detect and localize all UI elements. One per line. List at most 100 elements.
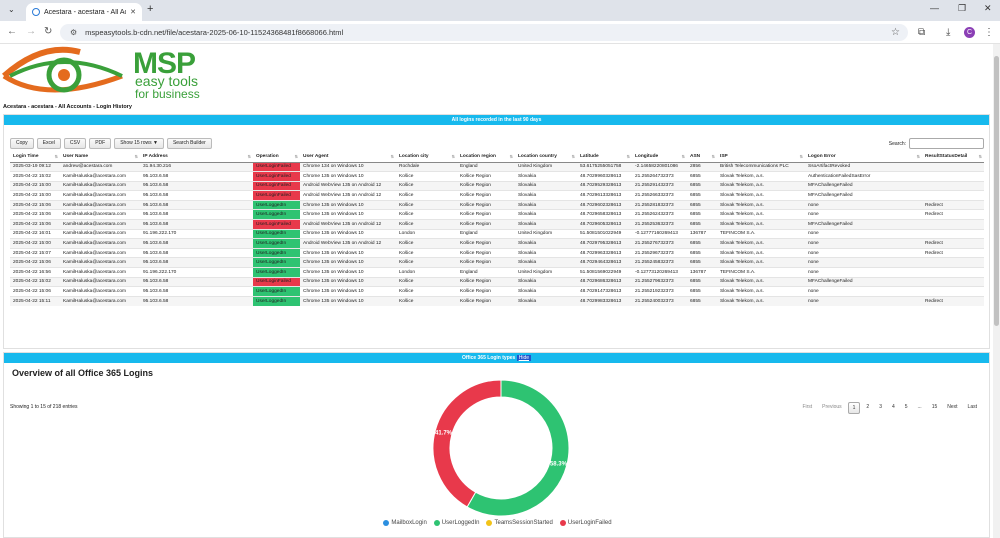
table-cell: Slovak Telekom, a.s. xyxy=(717,180,805,191)
table-cell: 2025-04-22 15:00 xyxy=(10,180,60,191)
extensions-icon[interactable]: ⧉ xyxy=(918,27,925,38)
legend-item[interactable]: UserLoggedIn xyxy=(433,520,479,526)
table-search: Search: xyxy=(889,138,984,149)
column-header[interactable]: Longitude ⇅ xyxy=(632,152,687,163)
table-cell: KamilHaluska@acestara.com xyxy=(60,295,140,306)
legend-item[interactable]: TeamsSessionStarted xyxy=(486,520,553,526)
search-input[interactable] xyxy=(909,138,984,149)
sort-icon: ⇅ xyxy=(916,154,920,159)
table-row[interactable]: 2025-03-19 09:12 andrew@acestara.com 31.94… xyxy=(10,161,984,172)
table-row[interactable]: 2025-04-22 15:06 KamilHaluska@acestara.co… xyxy=(10,209,984,220)
browser-toolbar: ← → ↻ ⚙ mspeasytools.b-cdn.net/file/aces… xyxy=(0,21,1000,44)
pdf-button[interactable]: PDF xyxy=(89,138,112,149)
legend-dot-icon xyxy=(486,520,493,526)
scrollbar-thumb[interactable] xyxy=(994,56,999,326)
table-row[interactable]: 2025-04-22 15:06 KamilHaluska@acestara.co… xyxy=(10,199,984,210)
column-header[interactable]: ISP ⇅ xyxy=(717,152,805,163)
table-cell: 48.7029963328613 xyxy=(577,247,632,258)
table-body: 2025-03-19 09:12 andrew@acestara.com 31.94… xyxy=(10,161,984,306)
excel-button[interactable]: Excel xyxy=(36,138,61,149)
table-cell: -2.14658220801086 xyxy=(632,161,687,172)
new-tab-icon[interactable]: + xyxy=(147,3,153,15)
table-row[interactable]: 2025-04-22 16:01 KamilHaluska@acestara.co… xyxy=(10,228,984,239)
reload-icon[interactable]: ↻ xyxy=(44,26,52,37)
table-cell: Košice Region xyxy=(457,171,515,182)
table-cell: Redirect xyxy=(922,295,984,306)
bookmark-star-icon[interactable]: ☆ xyxy=(891,27,900,38)
copy-button[interactable]: Copy xyxy=(10,138,34,149)
table-cell: KamilHaluska@acestara.com xyxy=(60,286,140,297)
profile-avatar[interactable]: C xyxy=(964,27,975,38)
download-icon[interactable]: ⤓ xyxy=(946,27,950,38)
table-cell: UserLoggedIn xyxy=(253,286,300,297)
sort-icon: ⇅ xyxy=(711,154,715,159)
column-header[interactable]: User Agent ⇅ xyxy=(300,152,396,163)
table-cell: 2025-04-22 15:07 xyxy=(10,247,60,258)
table-row[interactable]: 2025-04-22 15:00 KamilHaluska@acestara.co… xyxy=(10,238,984,249)
page-length-button[interactable]: Show 15 rows ▼ xyxy=(114,138,164,149)
search-builder-button[interactable]: Search Builder xyxy=(166,138,212,149)
table-cell: none xyxy=(805,295,922,306)
column-header[interactable]: Operation ⇅ xyxy=(253,152,300,163)
table-row[interactable]: 2025-04-22 15:02 KamilHaluska@acestara.co… xyxy=(10,171,984,182)
table-cell: Košice xyxy=(396,238,457,249)
table-row[interactable]: 2025-04-22 15:02 KamilHaluska@acestara.co… xyxy=(10,276,984,287)
table-row[interactable]: 2025-04-22 15:07 KamilHaluska@acestara.co… xyxy=(10,247,984,258)
column-header[interactable]: Logon Error ⇅ xyxy=(805,152,922,163)
restore-icon[interactable]: ❐ xyxy=(958,3,966,14)
tab-search-icon[interactable]: ⌄ xyxy=(8,5,15,14)
table-cell: 2025-04-22 15:06 xyxy=(10,219,60,230)
table-row[interactable]: 2025-04-22 16:56 KamilHaluska@acestara.co… xyxy=(10,267,984,278)
table-row[interactable]: 2025-04-22 15:00 KamilHaluska@acestara.co… xyxy=(10,190,984,201)
column-header[interactable]: User Name ⇅ xyxy=(60,152,140,163)
table-cell: Košice xyxy=(396,276,457,287)
table-row[interactable]: 2025-04-22 15:06 KamilHaluska@acestara.co… xyxy=(10,219,984,230)
column-header[interactable]: ASN ⇅ xyxy=(687,152,717,163)
table-cell: Slovakia xyxy=(515,257,577,268)
menu-kebab-icon[interactable]: ⋮ xyxy=(984,27,994,38)
browser-tab[interactable]: Acestara - acestara - All Accoun ✕ xyxy=(26,3,142,21)
table-cell: UserLoginFailed xyxy=(253,180,300,191)
table-cell: 21.255276732373 xyxy=(632,238,687,249)
address-bar[interactable]: ⚙ mspeasytools.b-cdn.net/file/acestara-2… xyxy=(60,24,908,41)
table-cell: UserLoggedIn xyxy=(253,257,300,268)
page-scrollbar[interactable] xyxy=(993,44,1000,538)
table-cell: Chrome 135 on Windows 10 xyxy=(300,228,396,239)
table-cell: UserLoggedIn xyxy=(253,238,300,249)
legend-item[interactable]: MailboxLogin xyxy=(383,520,427,526)
search-label: Search: xyxy=(888,140,906,147)
table-cell: Redirect xyxy=(922,199,984,210)
table-cell: 91.196.222.170 xyxy=(140,228,253,239)
column-header[interactable]: Location country ⇅ xyxy=(515,152,577,163)
table-cell: 95.103.6.58 xyxy=(140,190,253,201)
table-cell: Slovak Telekom, a.s. xyxy=(717,286,805,297)
column-header[interactable]: IP Address ⇅ xyxy=(140,152,253,163)
eye-logo-icon xyxy=(2,46,123,93)
column-header-label: IP Address xyxy=(143,154,168,160)
tab-close-icon[interactable]: ✕ xyxy=(130,8,136,16)
forward-icon[interactable]: → xyxy=(26,26,36,37)
column-header[interactable]: Location city ⇅ xyxy=(396,152,457,163)
column-header[interactable]: Location region ⇅ xyxy=(457,152,515,163)
column-header[interactable]: ResultStatusDetail ⇅ xyxy=(922,152,984,163)
table-cell: United Kingdom xyxy=(515,228,577,239)
site-info-icon[interactable]: ⚙ xyxy=(70,28,77,37)
csv-button[interactable]: CSV xyxy=(63,138,87,149)
table-row[interactable]: 2025-04-22 15:00 KamilHaluska@acestara.co… xyxy=(10,180,984,191)
window-close-icon[interactable]: ✕ xyxy=(984,3,992,14)
table-row[interactable]: 2025-04-22 15:06 KamilHaluska@acestara.co… xyxy=(10,257,984,268)
table-cell: Chrome 134 on Windows 10 xyxy=(300,161,396,172)
donut-slice-userloginfailed[interactable] xyxy=(432,379,502,508)
column-header[interactable]: Login Time ⇅ xyxy=(10,152,60,163)
table-cell: 48.7029983328613 xyxy=(577,295,632,306)
table-row[interactable]: 2025-04-22 15:06 KamilHaluska@acestara.co… xyxy=(10,286,984,297)
browser-tabstrip: ⌄ Acestara - acestara - All Accoun ✕ + —… xyxy=(0,0,1000,21)
table-cell: Slovakia xyxy=(515,286,577,297)
legend-item[interactable]: UserLoginFailed xyxy=(559,520,612,526)
table-row[interactable]: 2025-04-22 15:11 KamilHaluska@acestara.co… xyxy=(10,295,984,306)
table-cell: none xyxy=(805,238,922,249)
column-header[interactable]: Latitude ⇅ xyxy=(577,152,632,163)
minimize-icon[interactable]: — xyxy=(930,3,939,13)
back-icon[interactable]: ← xyxy=(7,26,17,37)
column-header-label: Logon Error xyxy=(808,154,836,160)
